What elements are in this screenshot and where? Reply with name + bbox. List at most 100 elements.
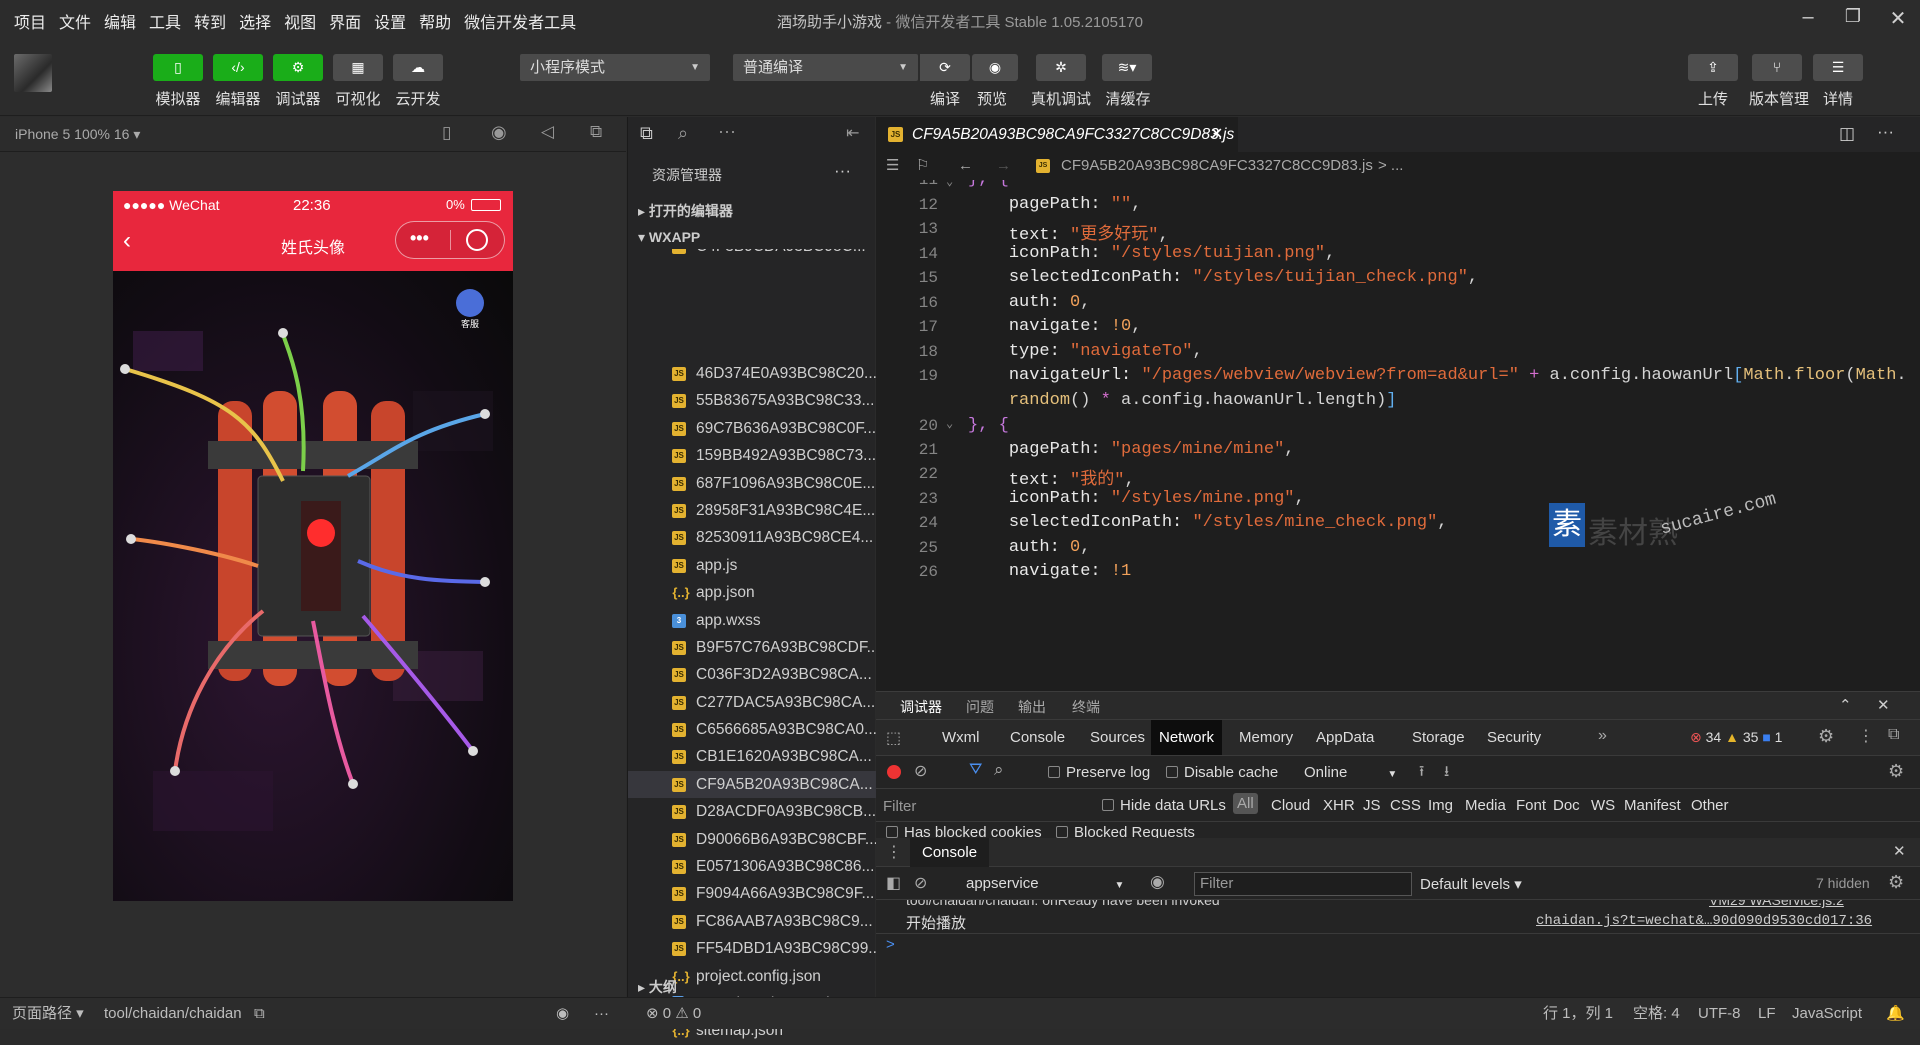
blocked-requests-checkbox[interactable]: Blocked Requests (1056, 824, 1195, 838)
settings-icon[interactable]: ⚙ (1818, 726, 1834, 747)
file-item[interactable]: JS 46D374E0A93BC98C20... (628, 360, 877, 387)
type-filter[interactable]: Img (1428, 797, 1453, 814)
sliders-icon[interactable]: ⚙ (273, 54, 323, 81)
more-tabs-icon[interactable]: » (1598, 727, 1607, 745)
compile-select[interactable]: 普通编译 ▼ (733, 54, 918, 81)
file-item[interactable]: {..} app.json (628, 579, 876, 606)
file-item[interactable]: JS 28958F31A93BC98C4E... (628, 497, 876, 524)
list-icon[interactable]: ☰ (886, 152, 899, 180)
file-item[interactable]: JS 82530911A93BC98CE4... (628, 524, 876, 551)
preserve-log-checkbox[interactable]: Preserve log (1048, 764, 1150, 781)
cloud-icon[interactable]: ☁ (393, 54, 443, 81)
search-icon[interactable]: ⌕ (994, 760, 1004, 780)
page-path-select[interactable]: 页面路径 ▾ (12, 998, 84, 1030)
type-filter[interactable]: CSS (1390, 797, 1421, 814)
layout-icon[interactable]: ▦ (333, 54, 383, 81)
split-editor-icon[interactable]: ◫ (1839, 124, 1855, 144)
preview-button[interactable]: ◉ (972, 54, 1018, 81)
type-filter[interactable]: Other (1691, 797, 1729, 814)
version-button[interactable]: ⑂ (1752, 54, 1802, 81)
filter-icon[interactable]: ⛛ (969, 761, 982, 779)
hide-data-urls-checkbox[interactable]: Hide data URLs (1102, 797, 1226, 814)
devtools-tab[interactable]: AppData (1308, 720, 1382, 755)
indent-setting[interactable]: 空格: 4 (1633, 998, 1680, 1030)
forward-arrow-icon[interactable]: → (996, 152, 1011, 180)
sidebar-toggle-icon[interactable]: ◧ (886, 873, 901, 893)
device-select[interactable]: iPhone 5 100% 16 ▾ (15, 126, 140, 143)
type-filter[interactable]: Cloud (1271, 797, 1310, 814)
file-item[interactable]: JS B9F57C76A93BC98CDF... (628, 634, 880, 661)
console-prompt[interactable]: > (886, 936, 895, 953)
file-item[interactable]: 3 app.wxss (628, 607, 876, 634)
statusbar-more-icon[interactable]: ··· (594, 998, 609, 1030)
explorer-more-icon[interactable]: ··· (834, 161, 851, 181)
copy-icon[interactable]: ⧉ (254, 998, 265, 1030)
panel-close-icon[interactable]: ✕ (1877, 696, 1890, 714)
kebab-icon[interactable]: ⋮ (1858, 726, 1874, 746)
details-button[interactable]: ☰ (1813, 54, 1863, 81)
fold-icon[interactable]: ⌄ (946, 416, 953, 431)
file-item[interactable]: JS 159BB492A93BC98C73... (628, 442, 876, 469)
type-filter[interactable]: JS (1363, 797, 1381, 814)
eol-setting[interactable]: LF (1758, 998, 1776, 1030)
close-icon[interactable]: ✕ (1883, 6, 1913, 32)
console-filter-input[interactable]: Filter (1194, 872, 1412, 896)
wxapp-root[interactable]: ▾ WXAPP (638, 229, 700, 246)
search-icon[interactable]: ⌕ (678, 123, 688, 144)
more-icon[interactable]: ••• (410, 228, 429, 249)
file-item[interactable]: JS D90066B6A93BC98CBF... (628, 826, 878, 853)
file-item[interactable]: JS FF54DBD1A93BC98C99... (628, 935, 881, 962)
filter-input[interactable]: Filter (883, 798, 916, 815)
outline-section[interactable]: ▸ 大纲 (638, 977, 677, 997)
file-item[interactable]: JS 55B83675A93BC98C33... (628, 387, 876, 414)
levels-select[interactable]: Default levels ▾ (1420, 875, 1522, 893)
breadcrumb-more[interactable]: > ... (1378, 152, 1403, 180)
encoding-setting[interactable]: UTF-8 (1698, 998, 1741, 1030)
maximize-icon[interactable]: ⌃ (1839, 696, 1852, 714)
type-filter[interactable]: All (1233, 793, 1258, 814)
file-item[interactable]: JS F9094A66A93BC98C9F... (628, 880, 876, 907)
type-filter[interactable]: Font (1516, 797, 1546, 814)
record-icon[interactable] (887, 765, 901, 779)
collapse-icon[interactable]: ⇤ (846, 123, 859, 143)
bookmark-icon[interactable]: ⚐ (916, 152, 929, 180)
popout-icon[interactable]: ⧉ (590, 122, 602, 142)
minimize-icon[interactable]: – (1793, 6, 1823, 32)
file-item[interactable]: JS app.js (628, 552, 876, 579)
type-filter[interactable]: Manifest (1624, 797, 1681, 814)
clear-cache-button[interactable]: ≋▾ (1102, 54, 1152, 81)
file-item[interactable]: JS 687F1096A93BC98C0E... (628, 470, 876, 497)
service-button[interactable]: 客服 (461, 317, 479, 330)
cursor-position[interactable]: 行 1，列 1 (1543, 998, 1613, 1030)
inspect-icon[interactable]: ⬚ (886, 728, 901, 748)
file-item[interactable]: JS 69C7B636A93BC98C0F... (628, 415, 876, 442)
blocked-cookies-checkbox[interactable]: Has blocked cookies (886, 824, 1042, 838)
more-icon[interactable]: ··· (718, 121, 736, 142)
record-icon[interactable]: ◉ (491, 122, 507, 143)
panel-tab[interactable]: 输出 (1018, 697, 1046, 717)
eye-icon[interactable]: ◉ (1150, 872, 1165, 892)
file-item[interactable]: JS FC86AAB7A93BC98C9... (628, 908, 876, 935)
remote-debug-button[interactable]: ✲ (1036, 54, 1086, 81)
issue-counts[interactable]: ⊗ 34 ▲ 35 ■ 1 (1690, 729, 1782, 746)
file-item[interactable]: JS CF9A5B20A93BC98CA... (628, 770, 876, 799)
phone-icon[interactable]: ▯ (442, 123, 451, 143)
file-item[interactable]: JS C6566685A93BC98CA0... (628, 716, 877, 743)
fold-icon[interactable]: ⌄ (946, 180, 953, 189)
open-editors-section[interactable]: ▸ 打开的编辑器 (638, 201, 733, 221)
speaker-icon[interactable]: ◁ (541, 122, 554, 142)
restore-icon[interactable]: ❐ (1838, 6, 1868, 32)
drawer-menu-icon[interactable]: ⋮ (886, 842, 902, 862)
mode-select[interactable]: 小程序模式 ▼ (520, 54, 710, 81)
language-mode[interactable]: JavaScript (1792, 998, 1862, 1030)
editor-tab[interactable]: JS CF9A5B20A93BC98CA9FC3327C8CC9D83.js ✕ (876, 117, 1238, 152)
log-source-link[interactable]: chaidan.js?t=wechat&…90d090d9530cd017:36 (1536, 913, 1872, 929)
type-filter[interactable]: XHR (1323, 797, 1355, 814)
panel-tab[interactable]: 终端 (1072, 697, 1100, 717)
editor-more-icon[interactable]: ··· (1877, 122, 1894, 142)
file-item[interactable]: JS E0571306A93BC98C86... (628, 853, 876, 880)
phone-icon[interactable]: ▯ (153, 54, 203, 81)
type-filter[interactable]: Media (1465, 797, 1506, 814)
import-icon[interactable]: ⭱ (1419, 761, 1424, 786)
context-select[interactable]: appservice ▼ (966, 875, 1124, 892)
